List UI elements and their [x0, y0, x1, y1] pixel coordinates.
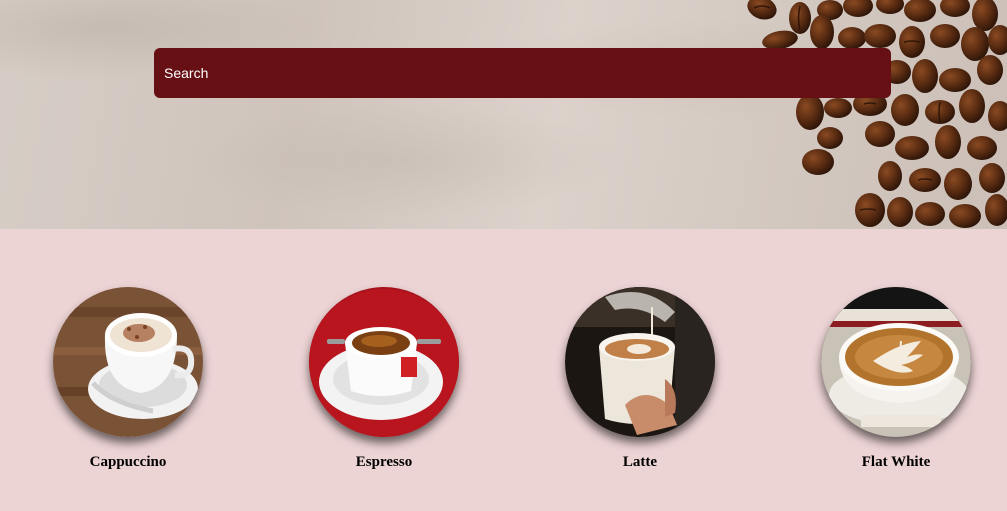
menu-item-label: Flat White [861, 454, 931, 470]
hero-banner [0, 0, 1007, 229]
flat-white-latte-art-image[interactable] [821, 287, 971, 437]
menu-item-flat-white[interactable]: Flat White [801, 287, 991, 471]
latte-pour-image[interactable] [565, 287, 715, 437]
menu-item-label: Espresso [355, 454, 413, 470]
menu-item-latte[interactable]: Latte [545, 287, 735, 471]
menu-item-cappuccino[interactable]: Cappuccino [33, 287, 223, 471]
menu-item-label: Cappuccino [89, 454, 167, 470]
search-input[interactable] [154, 48, 891, 98]
menu-item-label: Latte [622, 454, 658, 470]
page: Cappuccino Espresso [0, 0, 1007, 511]
espresso-cup-image[interactable] [309, 287, 459, 437]
cappuccino-cup-image[interactable] [53, 287, 203, 437]
menu-item-espresso[interactable]: Espresso [289, 287, 479, 471]
coffee-beans-image [747, 0, 1007, 228]
